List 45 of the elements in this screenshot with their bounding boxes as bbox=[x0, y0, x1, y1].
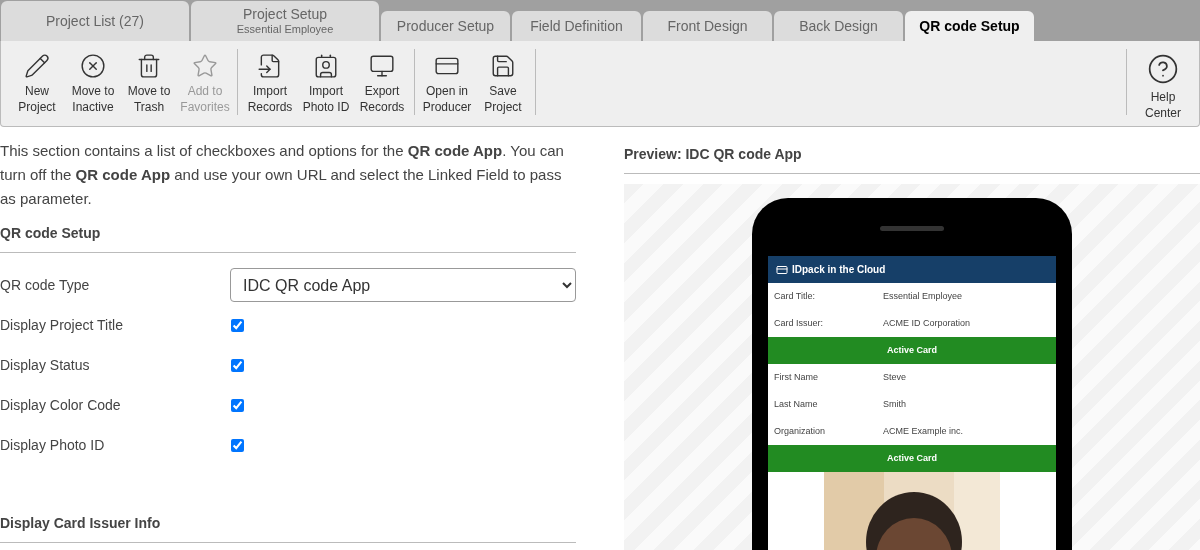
app-title: IDpack in the Cloud bbox=[792, 263, 886, 277]
toolbar-button[interactable]: Move to Inactive bbox=[65, 49, 121, 115]
field-label: Display Status bbox=[0, 355, 91, 375]
tab[interactable]: QR code Setup bbox=[905, 11, 1034, 41]
tab[interactable]: Field Definition bbox=[512, 11, 641, 41]
field-value: Essential Employee bbox=[883, 289, 963, 303]
tab[interactable]: Producer Setup bbox=[381, 11, 510, 41]
toolbar-button[interactable]: Move to Trash bbox=[121, 49, 177, 115]
field-label: Display Project Title bbox=[0, 315, 124, 335]
field-label: Card Title: bbox=[774, 289, 816, 303]
field-value: Smith bbox=[883, 397, 906, 411]
section-heading: QR code Setup bbox=[0, 223, 576, 253]
toolbar-button[interactable]: Help Center bbox=[1135, 49, 1191, 121]
toolbar-button[interactable]: Open in Producer bbox=[419, 49, 475, 115]
field-value: ACME ID Corporation bbox=[883, 316, 971, 330]
tab[interactable]: Back Design bbox=[774, 11, 903, 41]
status-bar: Active Card bbox=[768, 445, 1056, 472]
card-icon bbox=[776, 263, 788, 276]
field-value: ACME Example inc. bbox=[883, 424, 964, 438]
type-select[interactable]: IDC QR code App bbox=[230, 268, 576, 302]
toolbar-button[interactable]: New Project bbox=[9, 49, 65, 115]
preview-heading: Preview: IDC QR code App bbox=[624, 144, 1200, 174]
field-label: Organization bbox=[774, 424, 827, 438]
tab[interactable]: Project Setup Essential Employee bbox=[191, 1, 379, 41]
help-icon bbox=[1147, 53, 1179, 85]
field-value: Steve bbox=[883, 370, 906, 384]
tab[interactable]: Project List (27) bbox=[1, 1, 189, 41]
checkbox[interactable] bbox=[231, 398, 244, 412]
field-label: QR code Type bbox=[0, 275, 91, 295]
field-label: Display Photo ID bbox=[0, 435, 106, 455]
toolbar-button[interactable]: Save Project bbox=[475, 49, 531, 115]
field-label: Display Color Code bbox=[0, 395, 122, 415]
checkbox[interactable] bbox=[231, 438, 244, 452]
tab[interactable]: Front Design bbox=[643, 11, 772, 41]
checkbox[interactable] bbox=[231, 358, 244, 372]
field-label: Last Name bbox=[774, 397, 819, 411]
status-bar: Active Card bbox=[768, 337, 1056, 364]
toolbar-button[interactable]: Export Records bbox=[354, 49, 410, 115]
checkbox[interactable] bbox=[231, 318, 244, 332]
section-heading: Display Card Issuer Info bbox=[0, 513, 576, 543]
toolbar-button[interactable]: Import Photo ID bbox=[298, 49, 354, 115]
field-label: Card Issuer: bbox=[774, 316, 825, 330]
toolbar-button[interactable]: Import Records bbox=[242, 49, 298, 115]
field-label: First Name bbox=[774, 370, 819, 384]
intro-text: This section contains a list of checkboxes and options for the QR code App. You can turn off the QR code App and use your own URL and select the Linked Field to pass as parameter. bbox=[0, 141, 565, 209]
